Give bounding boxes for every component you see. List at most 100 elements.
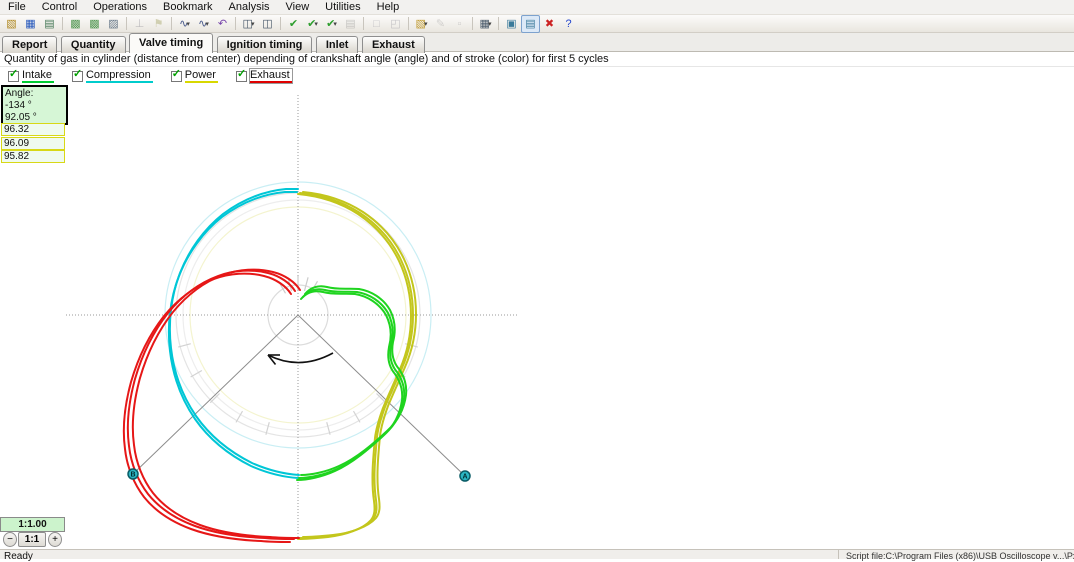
keyboard-icon[interactable]: ▦ ▾ xyxy=(476,15,495,33)
window-callout-icon[interactable]: ◰ xyxy=(386,15,405,33)
delete-session-icon[interactable]: ▫ xyxy=(450,15,469,33)
center-tick xyxy=(303,277,309,292)
display-mode-icon[interactable]: ◫ ▾ xyxy=(239,15,258,33)
menu-operations[interactable]: Operations xyxy=(85,0,155,14)
power-label: Power xyxy=(184,69,218,83)
toolbar-separator xyxy=(472,17,473,30)
toolbar-separator xyxy=(280,17,281,30)
series-intake-curve xyxy=(296,290,404,481)
dropdown-arrow-icon: ▾ xyxy=(333,20,337,28)
angle-readout: Angle: -134 ° 92.05 ° xyxy=(1,85,68,125)
glyph: ▤ xyxy=(345,18,356,30)
check-icon: ✓ xyxy=(171,67,181,80)
export-report-icon[interactable]: ▨ xyxy=(104,15,123,33)
angle-value-1: -134 ° xyxy=(5,100,32,111)
dropdown-arrow-icon: ▾ xyxy=(314,20,318,28)
exhaust-label: Exhaust xyxy=(248,68,293,84)
save-icon[interactable]: ▦ xyxy=(21,15,40,33)
script-panel-icon[interactable]: ▤ xyxy=(521,14,540,33)
zoom-in-button[interactable]: + xyxy=(48,532,62,547)
help-icon[interactable]: ? xyxy=(559,15,578,33)
dropdown-arrow-icon: ▾ xyxy=(423,20,428,28)
flag-icon[interactable]: ⚑ xyxy=(149,15,168,33)
tab-quantity[interactable]: Quantity xyxy=(60,36,126,53)
marker-A-label: A xyxy=(462,474,467,481)
intake-checkbox[interactable]: ✓ xyxy=(8,68,19,82)
glyph: ? xyxy=(565,17,572,30)
zoom-vertical-icon[interactable]: ∿ ▾ xyxy=(194,15,213,33)
glyph: ▩ xyxy=(70,18,81,30)
glyph: ↶ xyxy=(217,18,228,30)
menu-file[interactable]: File xyxy=(0,0,34,14)
notes-icon[interactable]: ▤ xyxy=(341,15,360,33)
glyph: ✖ xyxy=(544,18,555,30)
check-icon: ✓ xyxy=(72,67,83,80)
check-icon: ✓ xyxy=(236,67,247,80)
toolbar-separator xyxy=(408,17,409,30)
value-readout-1: 96.32 xyxy=(1,123,65,136)
new-session-icon[interactable]: ▧ ▾ xyxy=(412,15,431,33)
menu-bookmark[interactable]: Bookmark xyxy=(155,0,221,14)
compression-checkbox[interactable]: ✓ xyxy=(71,68,83,82)
save-image-icon[interactable]: ▩ xyxy=(85,15,104,33)
check-icon: ✓ xyxy=(9,67,19,80)
exhaust-checkbox[interactable]: ✓ xyxy=(235,68,247,82)
exhaust-legend-item[interactable]: ✓ Exhaust xyxy=(235,68,293,84)
anchor-icon[interactable]: ⊥ xyxy=(130,15,149,33)
window-icon[interactable]: □ xyxy=(367,15,386,33)
oscillogram-view-icon[interactable]: ▣ xyxy=(502,15,521,33)
menu-utilities[interactable]: Utilities xyxy=(317,0,368,14)
power-legend-item[interactable]: ✓ Power xyxy=(170,68,218,83)
toolbar-separator xyxy=(126,17,127,30)
menu-control[interactable]: Control xyxy=(34,0,85,14)
label-icon[interactable]: ✎ xyxy=(431,15,450,33)
dropdown-arrow-icon: ▾ xyxy=(186,20,190,28)
intake-label: Intake xyxy=(22,69,54,83)
value-readout-2: 96.09 xyxy=(1,137,65,150)
legend-row: ✓ Intake ✓ Compression ✓ Power ✓ Exhaust xyxy=(8,68,293,84)
tab-ignition-timing[interactable]: Ignition timing xyxy=(216,36,313,53)
accept-icon[interactable]: ✔ xyxy=(284,15,303,33)
glyph: ▦ xyxy=(25,18,36,30)
glyph: ▩ xyxy=(89,18,100,30)
copy-image-icon[interactable]: ▩ xyxy=(66,15,85,33)
marker-B-label: B xyxy=(130,472,135,479)
zoom-reset-button[interactable]: 1:1 xyxy=(18,532,46,547)
tab-report[interactable]: Report xyxy=(2,36,58,53)
glyph: ✎ xyxy=(435,18,446,30)
dropdown-arrow-icon: ▾ xyxy=(205,20,209,28)
zoom-out-button[interactable]: − xyxy=(3,532,17,547)
accept-next-icon[interactable]: ✔ ▾ xyxy=(303,15,322,33)
power-checkbox[interactable]: ✓ xyxy=(170,68,182,82)
script-file-path: Script file:C:\Program Files (x86)\USB O… xyxy=(846,551,1074,561)
glyph: □ xyxy=(373,17,380,30)
tab-valve-timing[interactable]: Valve timing xyxy=(128,33,214,53)
print-icon[interactable]: ▤ xyxy=(40,15,59,33)
glyph: ▨ xyxy=(108,18,119,30)
menu-help[interactable]: Help xyxy=(369,0,408,14)
glyph: ▣ xyxy=(506,18,517,30)
menu-view[interactable]: View xyxy=(278,0,318,14)
tab-bar: Report Quantity Valve timing Ignition ti… xyxy=(0,33,1074,53)
value-readout-3: 95.82 xyxy=(1,150,65,163)
toolbar-separator xyxy=(235,17,236,30)
glyph: ✔ xyxy=(288,18,299,30)
tab-inlet[interactable]: Inlet xyxy=(315,36,359,53)
zoom-horizontal-icon[interactable]: ∿ ▾ xyxy=(175,15,194,33)
compression-legend-item[interactable]: ✓ Compression xyxy=(71,68,153,83)
glyph: ▧ xyxy=(6,18,17,30)
undo-icon[interactable]: ↶ xyxy=(213,15,232,33)
toolbar-separator xyxy=(62,17,63,30)
close-script-icon[interactable]: ✖ xyxy=(540,15,559,33)
menu-analysis[interactable]: Analysis xyxy=(221,0,278,14)
glyph: ⚑ xyxy=(153,18,164,30)
marker-line-B xyxy=(132,314,299,475)
series-exhaust-curve xyxy=(122,272,292,543)
tab-exhaust[interactable]: Exhaust xyxy=(361,36,425,53)
intake-legend-item[interactable]: ✓ Intake xyxy=(8,68,54,83)
toolbar-separator xyxy=(363,17,364,30)
open-icon[interactable]: ▧ xyxy=(2,15,21,33)
accept-all-icon[interactable]: ✔ ▾ xyxy=(322,15,341,33)
compression-label: Compression xyxy=(85,69,153,83)
display-mode-2-icon[interactable]: ◫ xyxy=(258,15,277,33)
